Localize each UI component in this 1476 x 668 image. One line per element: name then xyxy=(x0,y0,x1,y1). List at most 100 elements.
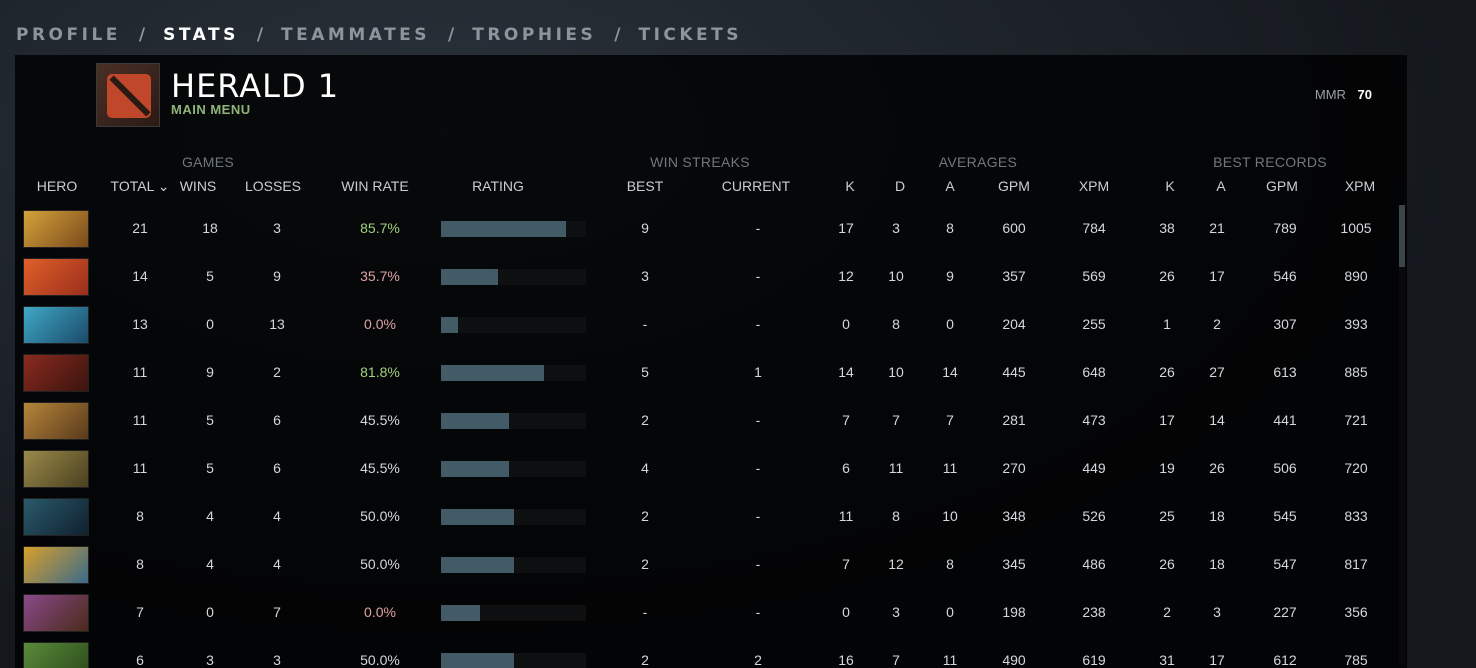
cell-best: - xyxy=(642,604,648,620)
main-menu-link[interactable]: MAIN MENU xyxy=(171,102,251,117)
tab-teammates[interactable]: TEAMMATES xyxy=(281,25,430,45)
cell-current: - xyxy=(755,556,761,572)
cell-losses: 6 xyxy=(273,412,281,428)
cell-ba: 18 xyxy=(1209,508,1225,524)
cell-a: 11 xyxy=(942,460,958,476)
col-total[interactable]: TOTAL ⌄ xyxy=(107,178,173,195)
cell-total: 14 xyxy=(132,268,148,284)
col-avg-a[interactable]: A xyxy=(935,178,965,194)
hero-2-portrait[interactable] xyxy=(23,258,89,296)
cell-gpm: 270 xyxy=(1002,460,1026,476)
rating-bar-fill xyxy=(441,365,544,381)
cell-wins: 18 xyxy=(202,220,218,236)
col-best-streak[interactable]: BEST xyxy=(615,178,675,194)
cell-bxpm: 890 xyxy=(1344,268,1368,284)
cell-ba: 17 xyxy=(1209,268,1225,284)
cell-gpm: 204 xyxy=(1002,316,1026,332)
col-wins[interactable]: WINS xyxy=(178,178,218,194)
nav-separator: / xyxy=(448,25,455,45)
scrollbar[interactable] xyxy=(1399,205,1405,665)
cell-wins: 4 xyxy=(206,556,214,572)
hero-9-portrait[interactable] xyxy=(23,594,89,632)
cell-ba: 3 xyxy=(1213,604,1221,620)
table-row[interactable]: 13 0 13 0.0% - -0 8 0 204 255 1 2 307 393 xyxy=(15,301,1407,349)
table-row[interactable]: 7 0 7 0.0% - -0 3 0 198 238 2 3 227 356 xyxy=(15,589,1407,637)
cell-bxpm: 721 xyxy=(1344,412,1368,428)
rating-bar xyxy=(441,365,586,381)
cell-current: - xyxy=(755,268,761,284)
col-avg-gpm[interactable]: GPM xyxy=(989,178,1039,194)
cell-a: 0 xyxy=(946,604,954,620)
cell-total: 6 xyxy=(136,652,144,668)
rating-bar xyxy=(441,317,586,333)
table-row[interactable]: 11 5 6 45.5% 2-7 7 7 281 473 17 14 441 721 xyxy=(15,397,1407,445)
cell-bgpm: 227 xyxy=(1273,604,1297,620)
table-row[interactable]: 11 5 6 45.5% 4-6 11 11 270 449 19 26 506 720 xyxy=(15,445,1407,493)
cell-ba: 21 xyxy=(1209,220,1225,236)
cell-bxpm: 817 xyxy=(1344,556,1368,572)
hero-4-portrait[interactable] xyxy=(23,354,89,392)
top-nav: PROFILE / STATS / TEAMMATES / TROPHIES /… xyxy=(16,22,742,48)
cell-best: 2 xyxy=(641,508,649,524)
cell-wins: 5 xyxy=(206,268,214,284)
table-row[interactable]: 11 9 2 81.8% 5 1 14 10 14 445 648 26 27 613 885 xyxy=(15,349,1407,397)
cell-win-rate: 35.7% xyxy=(360,268,400,284)
col-current-streak[interactable]: CURRENT xyxy=(715,178,797,194)
cell-xpm: 784 xyxy=(1082,220,1106,236)
cell-ba: 14 xyxy=(1209,412,1225,428)
cell-xpm: 486 xyxy=(1082,556,1106,572)
cell-d: 7 xyxy=(892,652,900,668)
cell-current: 1 xyxy=(754,364,762,380)
mmr-value: 70 xyxy=(1357,87,1372,102)
cell-current: - xyxy=(755,460,761,476)
col-best-gpm[interactable]: GPM xyxy=(1257,178,1307,194)
tab-tickets[interactable]: TICKETS xyxy=(638,25,742,45)
tab-stats[interactable]: STATS xyxy=(163,25,239,45)
col-best-a[interactable]: A xyxy=(1206,178,1236,194)
table-row[interactable]: 14 5 9 35.7% 3-12 10 9 357 569 26 17 546 890 xyxy=(15,253,1407,301)
cell-bxpm: 1005 xyxy=(1340,220,1372,236)
mmr-label: MMR xyxy=(1314,87,1346,102)
col-avg-xpm[interactable]: XPM xyxy=(1069,178,1119,194)
col-win-rate[interactable]: WIN RATE xyxy=(330,178,420,194)
table-row[interactable]: 21 18 3 85.7% 9-17 3 8 600 784 38 21 789 1005 xyxy=(15,205,1407,253)
col-avg-d[interactable]: D xyxy=(885,178,915,194)
cell-total: 21 xyxy=(132,220,148,236)
col-losses[interactable]: LOSSES xyxy=(241,178,305,194)
cell-losses: 3 xyxy=(273,220,281,236)
hero-8-portrait[interactable] xyxy=(23,546,89,584)
hero-6-portrait[interactable] xyxy=(23,450,89,488)
col-hero[interactable]: HERO xyxy=(27,178,87,194)
hero-5-portrait[interactable] xyxy=(23,402,89,440)
table-row[interactable]: 6 3 3 50.0% 2 2 16 7 11 490 619 31 17 612 785 xyxy=(15,637,1407,668)
cell-bgpm: 307 xyxy=(1273,316,1297,332)
cell-total: 13 xyxy=(132,316,148,332)
cell-win-rate: 85.7% xyxy=(360,220,400,236)
cell-xpm: 648 xyxy=(1082,364,1106,380)
hero-1-portrait[interactable] xyxy=(23,210,89,248)
page-title: HERALD 1 xyxy=(171,67,340,105)
tab-profile[interactable]: PROFILE xyxy=(16,25,121,45)
table-row[interactable]: 8 4 4 50.0% 2-7 12 8 345 486 26 18 547 817 xyxy=(15,541,1407,589)
hero-7-portrait[interactable] xyxy=(23,498,89,536)
cell-gpm: 345 xyxy=(1002,556,1026,572)
table-row[interactable]: 8 4 4 50.0% 2-11 8 10 348 526 25 18 545 833 xyxy=(15,493,1407,541)
col-avg-k[interactable]: K xyxy=(835,178,865,194)
col-rating[interactable]: RATING xyxy=(453,178,543,194)
hero-3-portrait[interactable] xyxy=(23,306,89,344)
cell-wins: 9 xyxy=(206,364,214,380)
tab-trophies[interactable]: TROPHIES xyxy=(472,25,596,45)
cell-losses: 9 xyxy=(273,268,281,284)
col-best-xpm[interactable]: XPM xyxy=(1335,178,1385,194)
cell-a: 11 xyxy=(942,652,958,668)
rating-bar xyxy=(441,605,586,621)
cell-total: 11 xyxy=(132,364,148,380)
col-best-k[interactable]: K xyxy=(1155,178,1185,194)
rating-bar-fill xyxy=(441,557,514,573)
cell-losses: 2 xyxy=(273,364,281,380)
scrollbar-thumb[interactable] xyxy=(1399,205,1405,267)
cell-total: 11 xyxy=(132,460,148,476)
rating-bar-fill xyxy=(441,461,510,477)
hero-10-portrait[interactable] xyxy=(23,642,89,668)
cell-win-rate: 45.5% xyxy=(360,460,400,476)
